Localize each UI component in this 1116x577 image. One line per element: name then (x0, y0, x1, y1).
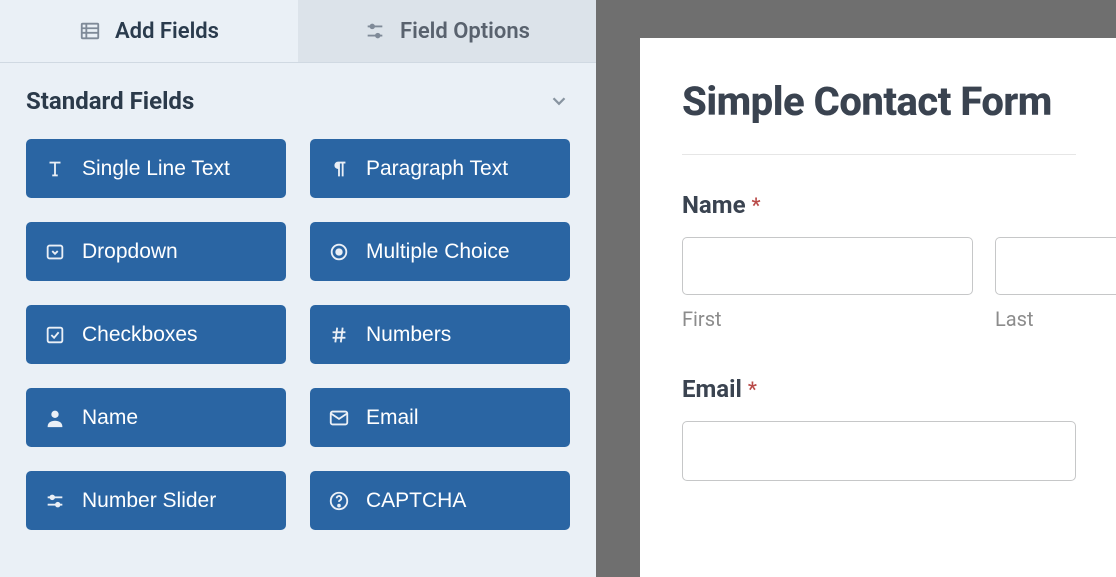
form-title: Simple Contact Form (682, 80, 1076, 124)
field-name[interactable]: Name (26, 388, 286, 447)
field-checkboxes[interactable]: Checkboxes (26, 305, 286, 364)
form-card: Simple Contact Form Name * First Last Em… (640, 38, 1116, 577)
field-label: Numbers (366, 323, 451, 347)
first-name-col: First (682, 237, 973, 331)
name-label: Name * (682, 191, 1076, 219)
first-sublabel: First (682, 307, 973, 331)
section-header[interactable]: Standard Fields (26, 87, 570, 115)
slider-icon (44, 490, 66, 512)
sliders-icon (364, 20, 386, 42)
tab-add-fields-label: Add Fields (115, 19, 219, 44)
field-label: Paragraph Text (366, 157, 508, 181)
checkbox-icon (44, 324, 66, 346)
sidebar: Add Fields Field Options Standard Fields (0, 0, 596, 577)
field-label: Name (82, 406, 138, 430)
envelope-icon (328, 407, 350, 429)
field-label: Checkboxes (82, 323, 198, 347)
app-root: Add Fields Field Options Standard Fields (0, 0, 1116, 577)
tab-field-options-label: Field Options (400, 19, 530, 44)
first-name-input[interactable] (682, 237, 973, 295)
field-label: Dropdown (82, 240, 178, 264)
email-label: Email * (682, 375, 1076, 403)
required-mark: * (752, 193, 761, 217)
user-icon (44, 407, 66, 429)
hash-icon (328, 324, 350, 346)
required-mark: * (748, 377, 757, 401)
field-grid: Single Line Text Paragraph Text Dropdown (26, 139, 570, 530)
standard-fields-section: Standard Fields Single Line Text Para (0, 63, 596, 530)
dropdown-icon (44, 241, 66, 263)
field-label: Multiple Choice (366, 240, 510, 264)
field-email[interactable]: Email (310, 388, 570, 447)
radio-icon (328, 241, 350, 263)
section-title: Standard Fields (26, 87, 194, 115)
question-circle-icon (328, 490, 350, 512)
field-paragraph-text[interactable]: Paragraph Text (310, 139, 570, 198)
preview-area: Simple Contact Form Name * First Last Em… (596, 0, 1116, 577)
field-number-slider[interactable]: Number Slider (26, 471, 286, 530)
last-sublabel: Last (995, 307, 1116, 331)
pilcrow-icon (328, 158, 350, 180)
field-captcha[interactable]: CAPTCHA (310, 471, 570, 530)
field-dropdown[interactable]: Dropdown (26, 222, 286, 281)
field-multiple-choice[interactable]: Multiple Choice (310, 222, 570, 281)
last-name-input[interactable] (995, 237, 1116, 295)
name-label-text: Name (682, 191, 746, 219)
field-label: Single Line Text (82, 157, 230, 181)
last-name-col: Last (995, 237, 1116, 331)
field-single-line-text[interactable]: Single Line Text (26, 139, 286, 198)
name-row: First Last (682, 237, 1076, 331)
chevron-down-icon (548, 90, 570, 112)
email-label-text: Email (682, 375, 742, 403)
divider (682, 154, 1076, 155)
field-numbers[interactable]: Numbers (310, 305, 570, 364)
field-label: Email (366, 406, 419, 430)
fields-icon (79, 20, 101, 42)
tab-add-fields[interactable]: Add Fields (0, 0, 298, 63)
text-cursor-icon (44, 158, 66, 180)
tab-field-options[interactable]: Field Options (298, 0, 596, 63)
field-label: Number Slider (82, 489, 216, 513)
field-label: CAPTCHA (366, 489, 466, 513)
email-input[interactable] (682, 421, 1076, 481)
tabs: Add Fields Field Options (0, 0, 596, 63)
